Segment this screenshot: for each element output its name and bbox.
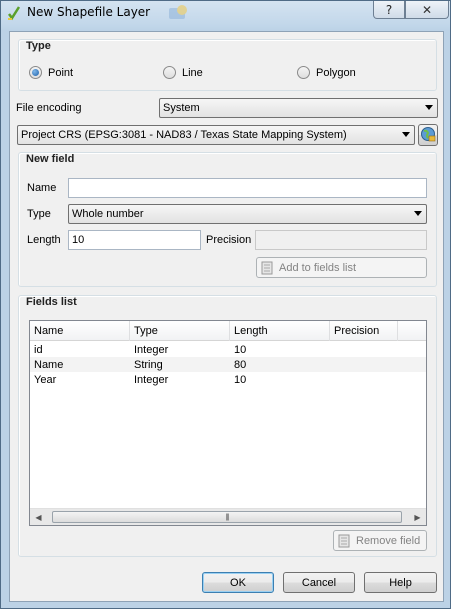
scroll-right-icon[interactable]: ▶ [409, 509, 426, 526]
table-row[interactable]: Year Integer 10 [30, 372, 426, 387]
radio-polygon-label: Polygon [316, 66, 356, 79]
dialog-body: Type Point Line Polygon File encoding Sy… [9, 31, 444, 602]
add-to-fields-label: Add to fields list [279, 261, 357, 274]
help-button[interactable]: Help [364, 572, 437, 593]
field-type-value: Whole number [72, 208, 144, 220]
type-label: Type [27, 208, 51, 220]
qgis-icon [7, 5, 21, 21]
select-crs-button[interactable] [418, 124, 438, 146]
ok-button[interactable]: OK [202, 572, 274, 593]
cell-type: Integer [134, 343, 169, 356]
dialog-window: New Shapefile Layer ? ✕ Type Point Line [0, 0, 451, 609]
cell-name: id [34, 343, 43, 356]
radio-line[interactable]: Line [163, 66, 203, 79]
new-field-group: New field Name Type Whole number Length … [18, 152, 437, 287]
table-row[interactable]: Name String 80 [30, 357, 426, 372]
chevron-down-icon [425, 105, 433, 110]
table-header: Name Type Length Precision [30, 321, 426, 341]
file-encoding-label: File encoding [16, 102, 82, 114]
precision-label: Precision [206, 234, 252, 246]
title-bar[interactable]: New Shapefile Layer ? ✕ [1, 1, 450, 25]
cell-length: 10 [234, 343, 247, 356]
length-input[interactable]: 10 [68, 230, 201, 250]
column-header-length[interactable]: Length [230, 321, 330, 341]
crs-value: Project CRS (EPSG:3081 - NAD83 / Texas S… [21, 129, 347, 141]
field-type-select[interactable]: Whole number [68, 204, 427, 224]
fields-list-group: Fields list Name Type Length Precision i… [18, 295, 437, 557]
radio-polygon[interactable]: Polygon [297, 66, 356, 79]
cell-type: Integer [134, 373, 169, 386]
file-encoding-select[interactable]: System [159, 98, 438, 118]
cell-precision [330, 372, 398, 387]
cell-name: Name [34, 358, 64, 371]
crs-select[interactable]: Project CRS (EPSG:3081 - NAD83 / Texas S… [17, 125, 415, 145]
name-label: Name [27, 182, 57, 194]
cell-type: String [134, 358, 163, 371]
chevron-down-icon [414, 211, 422, 216]
length-label: Length [27, 234, 61, 246]
column-header-precision[interactable]: Precision [330, 321, 398, 341]
horizontal-scrollbar[interactable]: ◀ ||| ▶ [30, 508, 426, 525]
radio-line-label: Line [182, 66, 203, 79]
cell-precision [330, 342, 398, 357]
scroll-left-icon[interactable]: ◀ [30, 509, 47, 526]
add-field-icon [261, 261, 275, 275]
file-encoding-value: System [163, 102, 200, 114]
scrollbar-thumb[interactable]: ||| [52, 511, 402, 523]
column-header-type[interactable]: Type [130, 321, 230, 341]
precision-input[interactable] [255, 230, 427, 250]
window-title: New Shapefile Layer [27, 5, 151, 19]
new-field-title: New field [26, 153, 75, 165]
type-group-title: Type [26, 40, 51, 52]
cell-name: Year [34, 373, 57, 386]
globe-icon [420, 126, 436, 145]
column-header-name[interactable]: Name [30, 321, 130, 341]
radio-point-indicator[interactable] [29, 66, 42, 79]
radio-line-indicator[interactable] [163, 66, 176, 79]
radio-point[interactable]: Point [29, 66, 73, 79]
table-row[interactable]: id Integer 10 [30, 342, 426, 357]
fields-table[interactable]: Name Type Length Precision id Integer 10… [29, 320, 427, 526]
background-app-icon [167, 4, 189, 22]
cell-length: 80 [234, 358, 247, 371]
radio-point-label: Point [48, 66, 74, 79]
cancel-button[interactable]: Cancel [283, 572, 355, 593]
help-title-button[interactable]: ? [373, 1, 405, 19]
remove-field-button[interactable]: Remove field [333, 530, 427, 551]
remove-field-icon [338, 534, 352, 548]
remove-field-label: Remove field [356, 534, 421, 547]
cell-precision [330, 357, 398, 372]
close-button[interactable]: ✕ [405, 1, 449, 19]
cell-length: 10 [234, 373, 247, 386]
chevron-down-icon [402, 132, 410, 137]
radio-polygon-indicator[interactable] [297, 66, 310, 79]
name-input[interactable] [68, 178, 427, 198]
type-group: Type Point Line Polygon [18, 39, 437, 91]
add-to-fields-button[interactable]: Add to fields list [256, 257, 427, 278]
fields-list-title: Fields list [26, 296, 77, 308]
